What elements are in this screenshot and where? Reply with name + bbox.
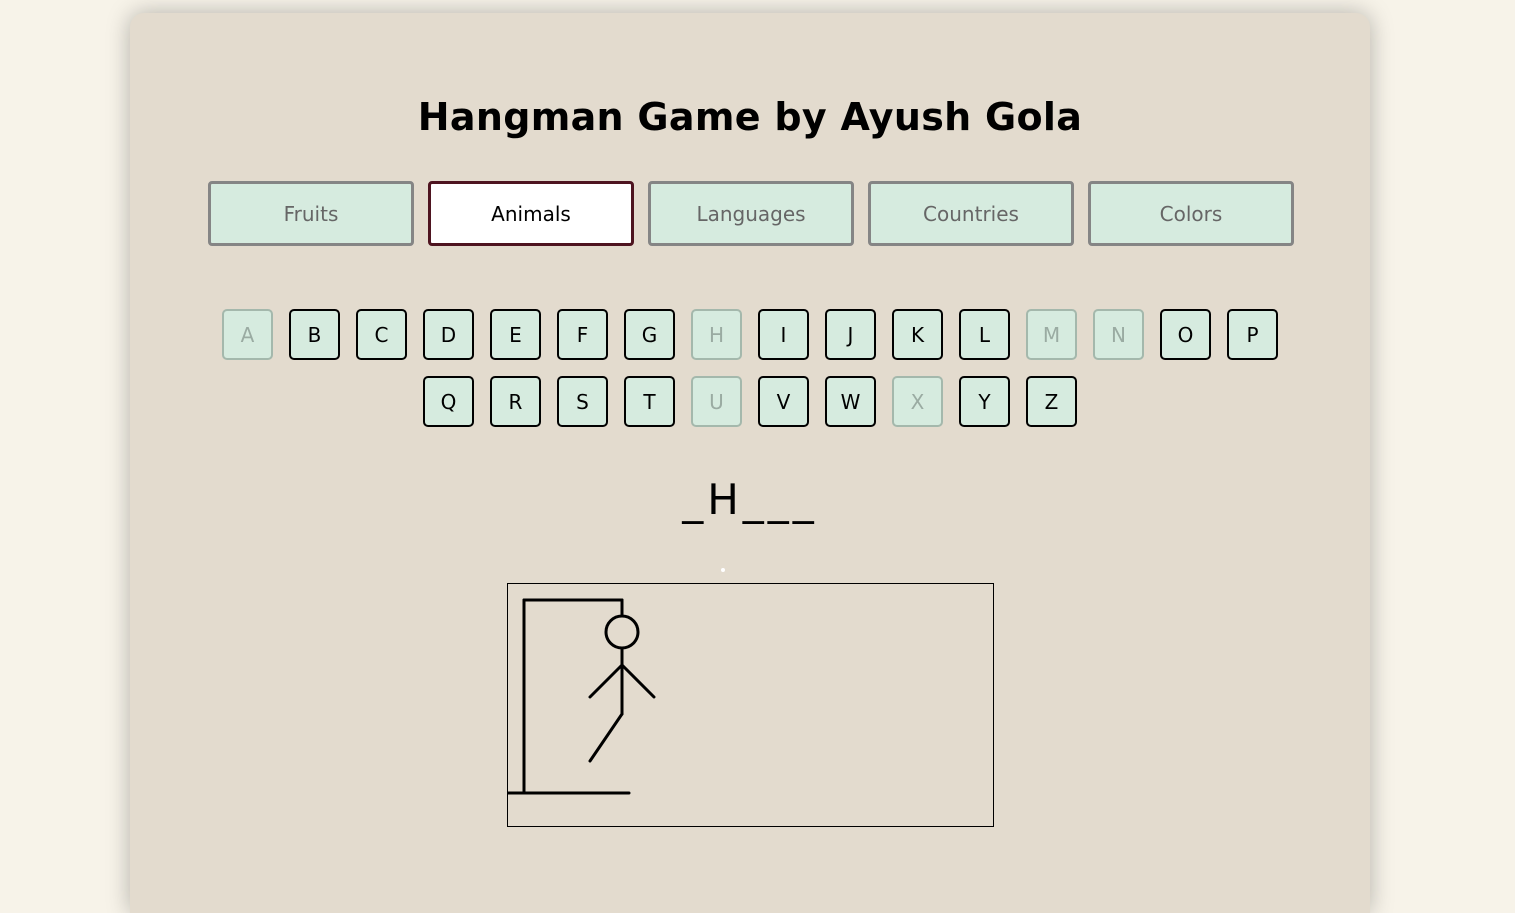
- letter-key-a[interactable]: A: [222, 309, 273, 360]
- keyboard-row-1: ABCDEFGHIJKLMNOP: [130, 309, 1370, 360]
- hangman-canvas: [506, 583, 994, 827]
- letter-key-w[interactable]: W: [825, 376, 876, 427]
- letter-key-d[interactable]: D: [423, 309, 474, 360]
- letter-key-z[interactable]: Z: [1026, 376, 1077, 427]
- word-display: _H___: [682, 475, 818, 524]
- letter-key-r[interactable]: R: [490, 376, 541, 427]
- category-animals-button[interactable]: Animals: [428, 181, 634, 246]
- figure-left-leg: [588, 712, 624, 763]
- gallows: [506, 598, 631, 795]
- figure-right-arm: [620, 663, 656, 699]
- letter-key-i[interactable]: I: [758, 309, 809, 360]
- letter-key-e[interactable]: E: [490, 309, 541, 360]
- letter-key-y[interactable]: Y: [959, 376, 1010, 427]
- decorative-dot: [721, 568, 725, 572]
- letter-key-n[interactable]: N: [1093, 309, 1144, 360]
- letter-key-l[interactable]: L: [959, 309, 1010, 360]
- stick-figure: [588, 614, 656, 763]
- category-bar: Fruits Animals Languages Countries Color…: [208, 181, 1294, 246]
- figure-head: [604, 614, 640, 650]
- category-languages-button[interactable]: Languages: [648, 181, 854, 246]
- category-fruits-button[interactable]: Fruits: [208, 181, 414, 246]
- letter-key-t[interactable]: T: [624, 376, 675, 427]
- letter-key-u[interactable]: U: [691, 376, 742, 427]
- letter-key-f[interactable]: F: [557, 309, 608, 360]
- letter-keyboard: ABCDEFGHIJKLMNOP QRSTUVWXYZ: [130, 309, 1370, 443]
- letter-key-p[interactable]: P: [1227, 309, 1278, 360]
- page-title: Hangman Game by Ayush Gola: [417, 95, 1083, 139]
- letter-key-o[interactable]: O: [1160, 309, 1211, 360]
- letter-key-x[interactable]: X: [892, 376, 943, 427]
- letter-key-j[interactable]: J: [825, 309, 876, 360]
- category-countries-button[interactable]: Countries: [868, 181, 1074, 246]
- letter-key-b[interactable]: B: [289, 309, 340, 360]
- letter-key-q[interactable]: Q: [423, 376, 474, 427]
- letter-key-m[interactable]: M: [1026, 309, 1077, 360]
- figure-left-arm: [588, 663, 624, 699]
- letter-key-c[interactable]: C: [356, 309, 407, 360]
- letter-key-s[interactable]: S: [557, 376, 608, 427]
- letter-key-h[interactable]: H: [691, 309, 742, 360]
- category-colors-button[interactable]: Colors: [1088, 181, 1294, 246]
- hangman-drawing: [506, 598, 656, 795]
- keyboard-row-2: QRSTUVWXYZ: [130, 376, 1370, 427]
- game-card: Hangman Game by Ayush Gola Fruits Animal…: [130, 13, 1370, 913]
- letter-key-v[interactable]: V: [758, 376, 809, 427]
- letter-key-g[interactable]: G: [624, 309, 675, 360]
- letter-key-k[interactable]: K: [892, 309, 943, 360]
